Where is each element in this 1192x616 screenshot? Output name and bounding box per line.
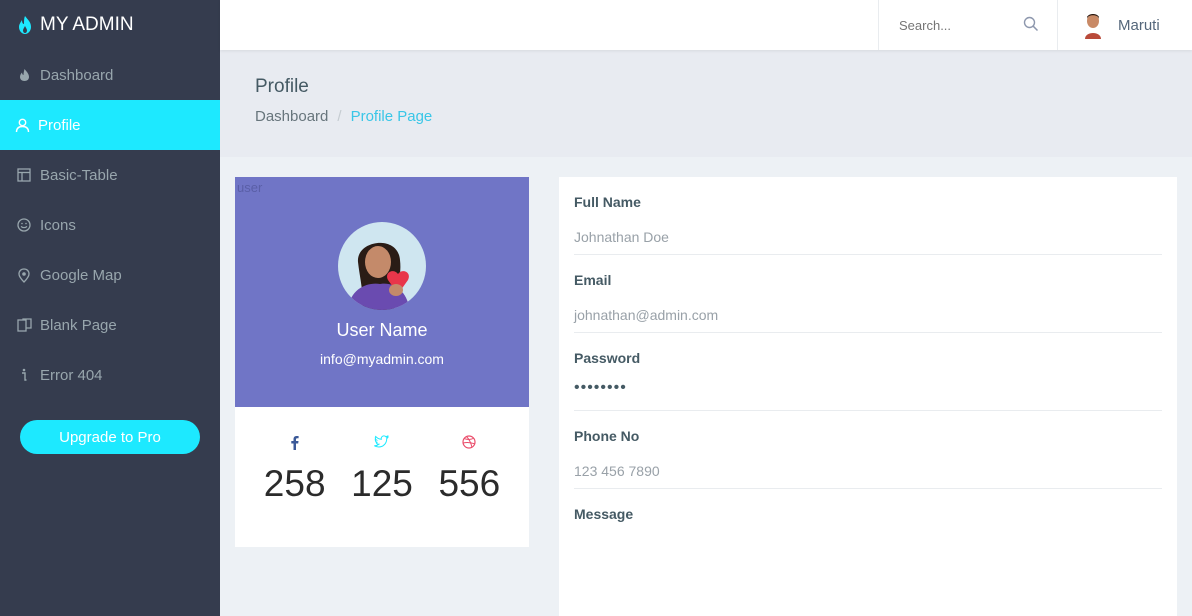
dribbble-icon	[462, 435, 476, 449]
brand[interactable]: MY ADMIN	[0, 0, 220, 50]
stat-facebook[interactable]: 258	[251, 407, 338, 505]
profile-card: user User Name info@myadmin.com 258 125 …	[235, 177, 529, 547]
sidebar-item-label: Google Map	[40, 266, 122, 284]
breadcrumb-dashboard-link[interactable]: Dashboard	[255, 108, 328, 125]
fire-icon	[16, 67, 32, 83]
sidebar-item-basic-table[interactable]: Basic-Table	[0, 150, 220, 200]
sidebar-item-dashboard[interactable]: Dashboard	[0, 50, 220, 100]
avatar	[1082, 11, 1104, 39]
sidebar-item-error-404[interactable]: Error 404	[0, 350, 220, 400]
sidebar: MY ADMIN Dashboard Profile Basic-Table I…	[0, 0, 220, 616]
social-stats: 258 125 556	[235, 407, 529, 505]
user-icon	[14, 117, 30, 133]
search-input[interactable]	[899, 17, 1019, 33]
password-field[interactable]: Password ••••••••	[574, 333, 1162, 411]
page-title: Profile	[255, 76, 309, 97]
sidebar-item-label: Basic-Table	[40, 166, 118, 184]
location-pin-icon	[16, 267, 32, 283]
field-label: Full Name	[574, 194, 641, 210]
message-field[interactable]: Message	[574, 489, 1162, 567]
layout-icon	[16, 167, 32, 183]
topbar: Maruti	[220, 0, 1192, 50]
sidebar-item-label: Dashboard	[40, 66, 114, 84]
sidebar-item-google-map[interactable]: Google Map	[0, 250, 220, 300]
email-input[interactable]: johnathan@admin.com	[574, 307, 718, 323]
stat-twitter[interactable]: 125	[338, 407, 425, 505]
user-name: Maruti	[1118, 16, 1160, 34]
stat-value: 125	[351, 463, 413, 504]
stat-value: 556	[438, 463, 501, 504]
pages-icon	[16, 317, 32, 333]
search-box	[878, 0, 1058, 50]
sidebar-item-label: Error 404	[40, 366, 103, 384]
breadcrumb: Dashboard / Profile Page	[255, 108, 432, 125]
field-label: Phone No	[574, 428, 640, 444]
password-input[interactable]: ••••••••	[574, 379, 627, 397]
upgrade-to-pro-button[interactable]: Upgrade to Pro	[20, 420, 200, 454]
sidebar-item-blank-page[interactable]: Blank Page	[0, 300, 220, 350]
search-icon[interactable]	[1023, 16, 1039, 32]
profile-avatar	[338, 222, 426, 310]
profile-header: user User Name info@myadmin.com	[235, 177, 529, 407]
brand-title: MY ADMIN	[40, 14, 134, 35]
profile-user-name: User Name	[336, 320, 428, 340]
full-name-field[interactable]: Full Name Johnathan Doe	[574, 177, 1162, 255]
breadcrumb-current: Profile Page	[350, 108, 433, 125]
facebook-icon	[290, 436, 299, 450]
sidebar-item-icons[interactable]: Icons	[0, 200, 220, 250]
sidebar-item-label: Blank Page	[40, 316, 117, 334]
flame-icon	[19, 16, 31, 34]
phone-field[interactable]: Phone No 123 456 7890	[574, 411, 1162, 489]
phone-input[interactable]: 123 456 7890	[574, 463, 660, 479]
page-header: Profile Dashboard / Profile Page	[220, 50, 1192, 157]
twitter-icon	[374, 435, 390, 448]
breadcrumb-separator: /	[337, 108, 342, 125]
profile-form: Full Name Johnathan Doe Email johnathan@…	[559, 177, 1177, 616]
stat-dribbble[interactable]: 556	[426, 407, 513, 505]
sidebar-item-label: Icons	[40, 216, 76, 234]
field-label: Message	[574, 506, 634, 522]
info-icon	[16, 367, 32, 383]
profile-email: info@myadmin.com	[320, 351, 444, 367]
smile-icon	[16, 217, 32, 233]
broken-image-alt: user	[237, 180, 263, 195]
stat-value: 258	[263, 463, 326, 504]
sidebar-item-label: Profile	[38, 116, 81, 134]
field-label: Password	[574, 350, 641, 366]
sidebar-item-profile[interactable]: Profile	[0, 100, 220, 150]
full-name-input[interactable]: Johnathan Doe	[574, 229, 669, 245]
email-field[interactable]: Email johnathan@admin.com	[574, 255, 1162, 333]
field-label: Email	[574, 272, 612, 288]
user-menu[interactable]: Maruti	[1082, 0, 1160, 50]
